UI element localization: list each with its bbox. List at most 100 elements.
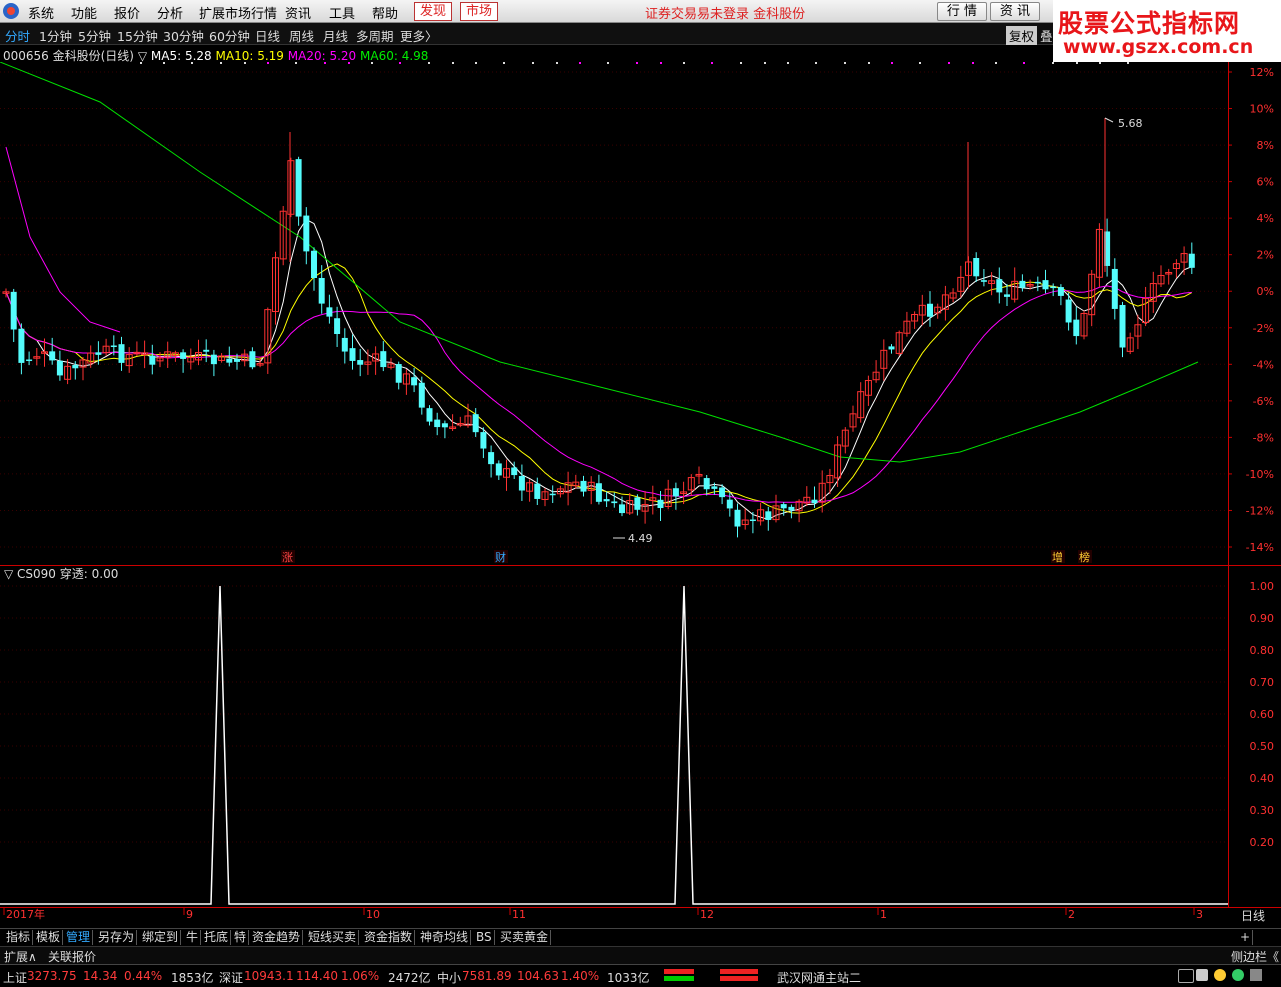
- event-dot: [995, 62, 997, 64]
- event-dot: [607, 62, 609, 64]
- time-axis-label: 2017年: [6, 907, 45, 921]
- tab-4[interactable]: 绑定到: [140, 930, 182, 945]
- period-weekly[interactable]: 周线: [289, 26, 314, 45]
- event-dot: [371, 62, 373, 64]
- event-dot: [220, 62, 222, 64]
- restore-right-button[interactable]: 复权: [1006, 26, 1038, 45]
- candle-body: [472, 414, 479, 433]
- period-30min[interactable]: 30分钟: [163, 26, 204, 45]
- tab-add-button[interactable]: +: [1238, 930, 1254, 945]
- indicator-line: [0, 585, 1228, 905]
- sh-value: 3273.75: [27, 969, 77, 983]
- max-price-label: 5.68: [1118, 117, 1143, 130]
- menu-news[interactable]: 资讯: [285, 3, 311, 22]
- candle-body: [341, 337, 348, 352]
- event-dot: [1052, 62, 1054, 64]
- period-more[interactable]: 更多〉: [400, 26, 438, 45]
- tab-5[interactable]: 牛: [184, 930, 202, 945]
- tab-7[interactable]: 特: [232, 930, 250, 945]
- sidebar-button[interactable]: 侧边栏《: [1231, 948, 1279, 965]
- candle-body: [888, 346, 895, 350]
- event-marker: 榜: [1079, 550, 1090, 564]
- price-axis-label: 12%: [1250, 66, 1274, 79]
- event-dot: [815, 62, 817, 64]
- ext-expand-button[interactable]: 扩展∧: [4, 948, 37, 965]
- market-button[interactable]: 市场: [460, 2, 499, 21]
- price-axis-label: 10%: [1250, 103, 1274, 116]
- menu-function[interactable]: 功能: [71, 3, 97, 22]
- tab-10[interactable]: 资金指数: [362, 930, 416, 945]
- menu-system[interactable]: 系统: [28, 3, 54, 22]
- candle-body: [980, 280, 987, 282]
- min-price-label: 4.49: [628, 532, 653, 545]
- market-breadth-icon: [664, 969, 764, 983]
- tab-13[interactable]: 买卖黄金: [498, 930, 552, 945]
- connect-icon[interactable]: [1232, 969, 1244, 981]
- alert-icon[interactable]: [1214, 969, 1226, 981]
- discover-button[interactable]: 发现: [414, 2, 453, 21]
- tab-11[interactable]: 神奇均线: [418, 930, 472, 945]
- candle-body: [18, 328, 25, 363]
- candle-body: [95, 352, 102, 355]
- price-axis-label: -2%: [1253, 322, 1274, 335]
- tab-3[interactable]: 另存为: [96, 930, 138, 945]
- ma-lines: [0, 62, 1199, 520]
- menu-help[interactable]: 帮助: [372, 3, 398, 22]
- ma-toggle-icon[interactable]: ▽: [138, 49, 147, 63]
- period-timeshare[interactable]: 分时: [5, 26, 30, 45]
- event-dot: [787, 62, 789, 64]
- tab-0[interactable]: 指标: [4, 930, 34, 945]
- menu-tools[interactable]: 工具: [329, 3, 355, 22]
- candle-body: [1057, 287, 1064, 296]
- tab-6[interactable]: 托底: [202, 930, 232, 945]
- candle-body: [765, 511, 772, 520]
- tab-12[interactable]: BS: [474, 930, 495, 945]
- period-60min[interactable]: 60分钟: [209, 26, 250, 45]
- settings-icon[interactable]: [1250, 969, 1262, 981]
- candle-body: [603, 499, 610, 502]
- tab-2[interactable]: 管理: [64, 930, 94, 945]
- period-monthly[interactable]: 月线: [323, 26, 348, 45]
- event-dot: [191, 62, 193, 64]
- lock-icon[interactable]: [1196, 969, 1208, 981]
- chart-area[interactable]: 12% 10% 8% 6% 4% 2% 0% -2% -4% -6% -8% -10% -12% -14%…: [0, 62, 1281, 928]
- menu-ext-market[interactable]: 扩展市场行情: [199, 3, 277, 22]
- candle-body: [672, 488, 679, 497]
- candle-body: [411, 377, 418, 386]
- monitor-icon[interactable]: [1178, 969, 1194, 983]
- related-quote-button[interactable]: 关联报价: [48, 948, 96, 965]
- ma20-value: MA20: 5.20: [287, 49, 357, 63]
- tab-9[interactable]: 短线买卖: [306, 930, 360, 945]
- period-label: 日线: [1241, 909, 1265, 923]
- candle-body: [1034, 281, 1041, 284]
- price-axis-label: -14%: [1246, 541, 1274, 554]
- quote-button[interactable]: 行 情: [937, 2, 987, 21]
- price-axis-label: 2%: [1257, 249, 1274, 262]
- event-dot: [140, 62, 142, 64]
- candle-body: [973, 258, 980, 277]
- sh-percent: 0.44%: [124, 969, 163, 983]
- menu-quote[interactable]: 报价: [114, 3, 140, 22]
- news-button[interactable]: 资 讯: [990, 2, 1040, 21]
- period-multi[interactable]: 多周期: [356, 26, 394, 45]
- candle-body: [380, 351, 387, 368]
- price-axis-label: -8%: [1253, 431, 1274, 444]
- tab-1[interactable]: 模板: [34, 930, 64, 945]
- period-1min[interactable]: 1分钟: [39, 26, 72, 45]
- candle-body: [110, 345, 117, 348]
- tab-8[interactable]: 资金趋势: [250, 930, 304, 945]
- candle-body: [203, 349, 210, 352]
- candle-body: [303, 215, 310, 252]
- zx-change: 104.63: [517, 969, 559, 983]
- price-axis-label: -10%: [1246, 468, 1274, 481]
- zx-value: 7581.89: [462, 969, 512, 983]
- overlay-button[interactable]: 叠: [1040, 26, 1053, 45]
- indicator-title: ▽ CS090 穿透: 0.00: [4, 566, 118, 581]
- time-axis-label: 3: [1196, 908, 1203, 921]
- period-5min[interactable]: 5分钟: [78, 26, 111, 45]
- period-15min[interactable]: 15分钟: [117, 26, 158, 45]
- zx-amount: 1033亿: [607, 971, 650, 985]
- indicator-axis-label: 0.90: [1250, 612, 1275, 625]
- menu-analysis[interactable]: 分析: [157, 3, 183, 22]
- period-daily[interactable]: 日线: [255, 26, 280, 45]
